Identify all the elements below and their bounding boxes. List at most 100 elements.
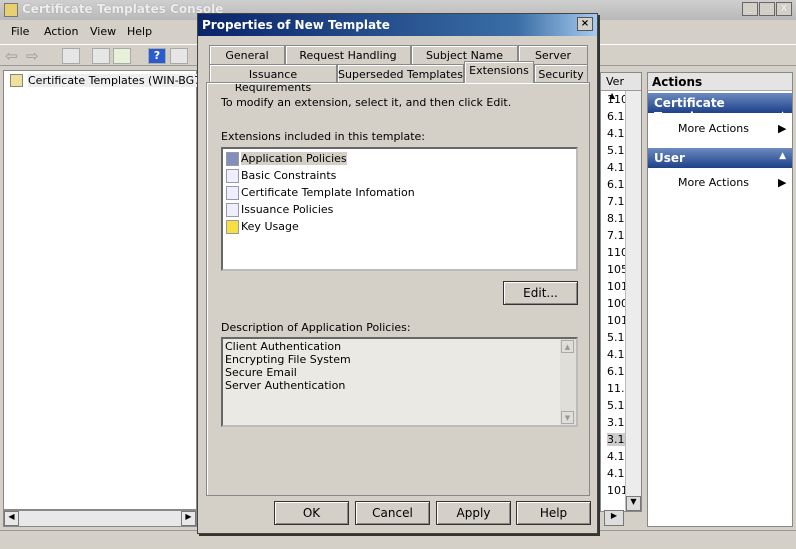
list-row-version[interactable]: 8.1 <box>607 212 625 225</box>
list-row-version[interactable]: 3.1 <box>607 416 625 429</box>
actions-section-user[interactable]: User ▲ <box>648 148 792 168</box>
menu-action[interactable]: Action <box>44 25 78 38</box>
instruction-text: To modify an extension, select it, and t… <box>221 96 512 109</box>
show-hide-tree-icon[interactable] <box>62 48 80 64</box>
maximize-button[interactable]: □ <box>759 2 775 16</box>
extension-icon <box>226 169 239 183</box>
extension-item[interactable]: Application Policies <box>225 151 347 167</box>
extension-item[interactable]: Issuance Policies <box>225 202 333 218</box>
scroll-right-icon[interactable]: ▶ <box>181 511 196 526</box>
menu-help[interactable]: Help <box>127 25 152 38</box>
show-action-pane-icon[interactable] <box>170 48 188 64</box>
template-list: Ver ▲ 110 6.1 4.1 5.1 4.1 6.1 7.1 8.1 7.1 110 105 1… <box>600 72 642 512</box>
tab-general[interactable]: General <box>209 45 285 64</box>
extensions-listbox[interactable]: Application Policies Basic Constraints Cer… <box>221 147 578 271</box>
tab-superseded-templates[interactable]: Superseded Templates <box>337 64 464 83</box>
list-row-version[interactable]: 4.1 <box>607 127 625 140</box>
extension-item[interactable]: Basic Constraints <box>225 168 336 184</box>
list-vertical-scrollbar[interactable]: ▼ <box>625 91 641 511</box>
list-row-version[interactable]: 5.1 <box>607 144 625 157</box>
column-header-version[interactable]: Ver ▲ <box>601 73 641 100</box>
ok-button[interactable]: OK <box>274 501 349 525</box>
list-row-version[interactable]: 101 <box>607 314 625 327</box>
extension-label: Issuance Policies <box>241 203 334 216</box>
actions-pane: Actions Certificate Templa... ▲ More Acti… <box>647 72 793 527</box>
list-row-version[interactable]: 110 <box>607 246 625 259</box>
list-row-version[interactable]: 7.1 <box>607 195 625 208</box>
dialog-close-button[interactable]: × <box>577 17 593 31</box>
minimize-button[interactable]: _ <box>742 2 758 16</box>
list-row-version[interactable]: 7.1 <box>607 229 625 242</box>
extensions-label: Extensions included in this template: <box>221 130 426 143</box>
description-textbox[interactable]: Client Authentication Encrypting File Sys… <box>221 337 578 427</box>
scroll-up-icon[interactable]: ▲ <box>561 340 574 353</box>
extension-label: Key Usage <box>241 220 299 233</box>
list-row-version[interactable]: 5.1 <box>607 399 625 412</box>
forward-icon[interactable]: ⇨ <box>26 47 39 65</box>
extension-item[interactable]: Key Usage <box>225 219 299 235</box>
list-row-version[interactable]: 6.1 <box>607 110 625 123</box>
tab-issuance-requirements[interactable]: Issuance Requirements <box>209 64 337 94</box>
close-button[interactable]: X <box>776 2 792 16</box>
extension-item[interactable]: Certificate Template Infomation <box>225 185 415 201</box>
extension-label: Application Policies <box>241 152 347 165</box>
list-row-version[interactable]: 5.1 <box>607 331 625 344</box>
description-line: Secure Email <box>225 366 297 379</box>
extension-icon <box>226 186 239 200</box>
list-row-version[interactable]: 3.1 <box>607 433 625 446</box>
description-scrollbar[interactable]: ▲ ▼ <box>560 339 576 425</box>
tab-extensions[interactable]: Extensions <box>464 61 534 83</box>
list-row-version[interactable]: 4.1 <box>607 450 625 463</box>
collapse-icon[interactable]: ▲ <box>779 151 786 161</box>
console-icon <box>4 3 18 17</box>
menu-view[interactable]: View <box>90 25 116 38</box>
section-title: Certificate Templa... <box>654 96 725 124</box>
console-tree: Certificate Templates (WIN-BG7GP( <box>3 70 221 510</box>
list-row-version[interactable]: 4.1 <box>607 467 625 480</box>
tree-horizontal-scrollbar[interactable]: ◀ ▶ <box>3 510 197 527</box>
list-scroll-right-icon[interactable]: ▶ <box>604 510 624 526</box>
scroll-down-icon[interactable]: ▼ <box>626 496 641 511</box>
properties-dialog: Properties of New Template × General Req… <box>197 13 598 534</box>
more-actions-user[interactable]: More Actions <box>678 176 749 189</box>
tree-item-certificate-templates[interactable]: Certificate Templates (WIN-BG7GP( <box>28 74 221 87</box>
list-row-version[interactable]: 4.1 <box>607 161 625 174</box>
list-row-version[interactable]: 11. <box>607 382 625 395</box>
help-icon[interactable]: ? <box>148 48 166 64</box>
list-row-version[interactable]: 105 <box>607 263 625 276</box>
tab-request-handling[interactable]: Request Handling <box>285 45 411 64</box>
properties-icon[interactable] <box>92 48 110 64</box>
scroll-down-icon[interactable]: ▼ <box>561 411 574 424</box>
back-icon[interactable]: ⇦ <box>5 47 18 65</box>
extension-icon <box>226 203 239 217</box>
list-row-version[interactable]: 6.1 <box>607 365 625 378</box>
apply-button[interactable]: Apply <box>436 501 511 525</box>
certificate-templates-icon <box>10 74 23 87</box>
list-row-version[interactable]: 110 <box>607 93 625 106</box>
description-line: Client Authentication <box>225 340 342 353</box>
description-line: Encrypting File System <box>225 353 351 366</box>
tab-security[interactable]: Security <box>534 64 588 83</box>
list-row-version[interactable]: 6.1 <box>607 178 625 191</box>
more-actions-certificate-templates[interactable]: More Actions <box>678 122 749 135</box>
menu-file[interactable]: File <box>11 25 29 38</box>
list-row-version[interactable]: 101 <box>607 280 625 293</box>
extension-icon <box>226 152 239 166</box>
collapse-icon[interactable]: ▲ <box>779 110 786 120</box>
edit-button[interactable]: Edit... <box>503 281 578 305</box>
list-row-version[interactable]: 4.1 <box>607 348 625 361</box>
extension-label: Certificate Template Infomation <box>241 186 415 199</box>
actions-section-certificate-templates[interactable]: Certificate Templa... ▲ <box>648 93 792 124</box>
export-list-icon[interactable] <box>113 48 131 64</box>
submenu-arrow-icon: ▶ <box>778 176 787 189</box>
list-row-version[interactable]: 101 <box>607 484 625 497</box>
scroll-left-icon[interactable]: ◀ <box>4 511 19 526</box>
list-row-version[interactable]: 100 <box>607 297 625 310</box>
cancel-button[interactable]: Cancel <box>355 501 430 525</box>
dialog-title: Properties of New Template <box>202 18 390 32</box>
dialog-title-bar: Properties of New Template × <box>198 14 597 36</box>
column-header-label: Ver <box>606 75 624 88</box>
help-button[interactable]: Help <box>516 501 591 525</box>
submenu-arrow-icon: ▶ <box>778 122 787 135</box>
actions-header: Actions <box>648 73 792 91</box>
